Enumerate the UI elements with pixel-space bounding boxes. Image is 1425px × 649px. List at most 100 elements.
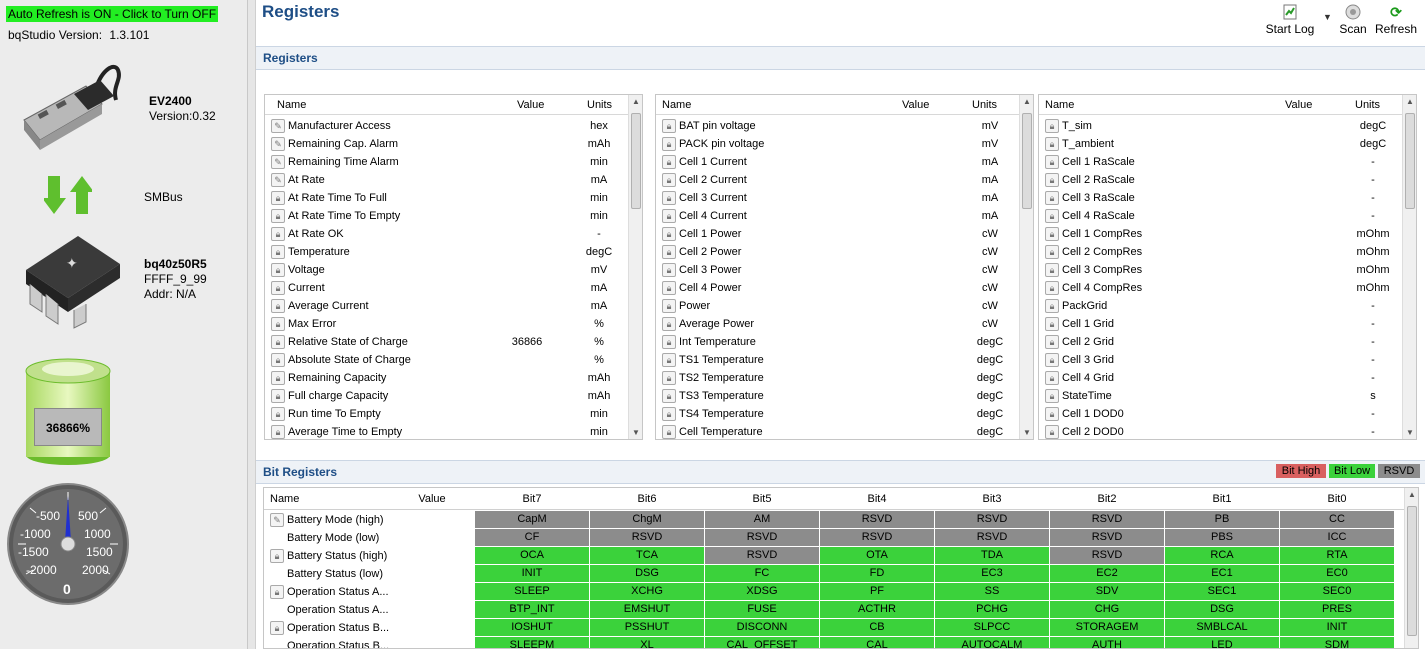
bit-cell[interactable]: PRES [1280, 601, 1394, 618]
bit-cell[interactable]: RSVD [935, 511, 1049, 528]
bit-cell[interactable]: AM [705, 511, 819, 528]
register-row[interactable]: 🔒︎ Cell 3 Current mA [656, 189, 1020, 207]
register-row[interactable]: ✎ Manufacturer Access hex [265, 117, 629, 135]
bit-register-row[interactable]: ✎ Battery Mode (high) CapM ChgM AM RSVD RSVD RS… [264, 511, 1404, 529]
register-row[interactable]: 🔒︎ Cell 3 RaScale - [1039, 189, 1403, 207]
register-row[interactable]: 🔒︎ Cell 4 CompRes mOhm [1039, 279, 1403, 297]
register-row[interactable]: 🔒︎ Cell 1 Grid - [1039, 315, 1403, 333]
col-units[interactable]: Units [1355, 99, 1380, 111]
bit-cell[interactable]: TDA [935, 547, 1049, 564]
bit-cell[interactable]: DSG [1165, 601, 1279, 618]
bit-cell[interactable]: SS [935, 583, 1049, 600]
panel-splitter[interactable] [248, 0, 256, 649]
register-row[interactable]: 🔒︎ At Rate Time To Empty min [265, 207, 629, 225]
bit-cell[interactable]: CB [820, 619, 934, 636]
bit-cell[interactable]: FD [820, 565, 934, 582]
register-row[interactable]: ✎ At Rate mA [265, 171, 629, 189]
bit-cell[interactable]: EC3 [935, 565, 1049, 582]
bit-cell[interactable]: SDV [1050, 583, 1164, 600]
bit-cell[interactable]: SDM [1280, 637, 1394, 648]
bit-cell[interactable]: DISCONN [705, 619, 819, 636]
register-row[interactable]: 🔒︎ Cell Temperature degC [656, 423, 1020, 441]
register-row[interactable]: 🔒︎ Power cW [656, 297, 1020, 315]
bit-cell[interactable]: RSVD [935, 529, 1049, 546]
start-log-dropdown-icon[interactable]: ▼ [1323, 12, 1332, 22]
register-row[interactable]: 🔒︎ Average Time to Empty min [265, 423, 629, 441]
bit-cell[interactable]: FC [705, 565, 819, 582]
bit-register-row[interactable]: 🔒︎ Operation Status A... SLEEP XCHG XDSG PF SS… [264, 583, 1404, 601]
col-value[interactable]: Value [902, 99, 929, 111]
bit-cell[interactable]: RSVD [705, 547, 819, 564]
register-row[interactable]: 🔒︎ Temperature degC [265, 243, 629, 261]
col-name[interactable]: Name [662, 99, 691, 111]
register-row[interactable]: 🔒︎ Cell 1 CompRes mOhm [1039, 225, 1403, 243]
bit-cell[interactable]: EMSHUT [590, 601, 704, 618]
bit-register-row[interactable]: Operation Status A... BTP_INT EMSHUT FUSE AC… [264, 601, 1404, 619]
register-row[interactable]: 🔒︎ Cell 2 Grid - [1039, 333, 1403, 351]
bit-cell[interactable]: CAL [820, 637, 934, 648]
col-units[interactable]: Units [972, 99, 997, 111]
bit-col-header[interactable]: Bit7 [475, 493, 589, 505]
start-log-button[interactable]: Start Log [1264, 4, 1316, 36]
register-row[interactable]: 🔒︎ Int Temperature degC [656, 333, 1020, 351]
bit-cell[interactable]: SEC0 [1280, 583, 1394, 600]
register-row[interactable]: 🔒︎ Current mA [265, 279, 629, 297]
bit-register-row[interactable]: Battery Mode (low) CF RSVD RSVD RSVD RSVD RSVD… [264, 529, 1404, 547]
register-row[interactable]: 🔒︎ Cell 3 Power cW [656, 261, 1020, 279]
bit-cell[interactable]: RSVD [820, 529, 934, 546]
bit-cell[interactable]: AUTOCALM [935, 637, 1049, 648]
col-name[interactable]: Name [277, 99, 306, 111]
bit-cell[interactable]: ChgM [590, 511, 704, 528]
register-row[interactable]: 🔒︎ Cell 1 Power cW [656, 225, 1020, 243]
bit-cell[interactable]: PF [820, 583, 934, 600]
register-row[interactable]: 🔒︎ TS2 Temperature degC [656, 369, 1020, 387]
scrollbar[interactable]: ▲ ▼ [1402, 95, 1416, 439]
register-row[interactable]: ✎ Remaining Cap. Alarm mAh [265, 135, 629, 153]
bit-cell[interactable]: RSVD [705, 529, 819, 546]
bit-cell[interactable]: EC0 [1280, 565, 1394, 582]
refresh-button[interactable]: ⟳ Refresh [1374, 4, 1418, 36]
bit-cell[interactable]: EC1 [1165, 565, 1279, 582]
bit-cell[interactable]: IOSHUT [475, 619, 589, 636]
register-row[interactable]: 🔒︎ Voltage mV [265, 261, 629, 279]
col-value[interactable]: Value [517, 99, 544, 111]
bit-cell[interactable]: RCA [1165, 547, 1279, 564]
register-row[interactable]: 🔒︎ Cell 4 Current mA [656, 207, 1020, 225]
register-row[interactable]: 🔒︎ Remaining Capacity mAh [265, 369, 629, 387]
bit-col-header[interactable]: Value [390, 493, 474, 505]
bit-cell[interactable]: PB [1165, 511, 1279, 528]
register-row[interactable]: 🔒︎ Average Current mA [265, 297, 629, 315]
bit-cell[interactable]: CC [1280, 511, 1394, 528]
register-row[interactable]: 🔒︎ Absolute State of Charge% [265, 351, 629, 369]
scrollbar[interactable]: ▲ [1404, 488, 1418, 648]
bit-col-header[interactable]: Bit0 [1280, 493, 1394, 505]
bit-cell[interactable]: FUSE [705, 601, 819, 618]
bit-register-row[interactable]: 🔒︎ Battery Status (high) OCA TCA RSVD OTA TDA R… [264, 547, 1404, 565]
bit-cell[interactable]: CF [475, 529, 589, 546]
register-row[interactable]: 🔒︎ Cell 1 Current mA [656, 153, 1020, 171]
register-row[interactable]: 🔒︎ Cell 3 CompRes mOhm [1039, 261, 1403, 279]
bit-cell[interactable]: INIT [475, 565, 589, 582]
bit-cell[interactable]: PBS [1165, 529, 1279, 546]
bit-cell[interactable]: PSSHUT [590, 619, 704, 636]
register-row[interactable]: 🔒︎ Cell 3 Grid - [1039, 351, 1403, 369]
bit-cell[interactable]: XDSG [705, 583, 819, 600]
bit-cell[interactable]: XL [590, 637, 704, 648]
bit-cell[interactable]: OTA [820, 547, 934, 564]
bit-col-header[interactable]: Bit4 [820, 493, 934, 505]
register-row[interactable]: 🔒︎ Cell 2 Power cW [656, 243, 1020, 261]
bit-cell[interactable]: SEC1 [1165, 583, 1279, 600]
bit-cell[interactable]: CHG [1050, 601, 1164, 618]
register-row[interactable]: 🔒︎ PackGrid - [1039, 297, 1403, 315]
register-row[interactable]: 🔒︎ Max Error% [265, 315, 629, 333]
register-row[interactable]: 🔒︎ Cell 2 Current mA [656, 171, 1020, 189]
register-row[interactable]: 🔒︎ TS1 Temperature degC [656, 351, 1020, 369]
register-row[interactable]: 🔒︎ TS4 Temperature degC [656, 405, 1020, 423]
register-row[interactable]: 🔒︎ At Rate Time To Full min [265, 189, 629, 207]
bit-cell[interactable]: RSVD [820, 511, 934, 528]
register-row[interactable]: 🔒︎ Cell 1 DOD0 - [1039, 405, 1403, 423]
bit-cell[interactable]: SMBLCAL [1165, 619, 1279, 636]
bit-col-header[interactable]: Name [270, 493, 380, 505]
register-row[interactable]: ✎ Remaining Time Alarm min [265, 153, 629, 171]
bit-cell[interactable]: SLEEP [475, 583, 589, 600]
